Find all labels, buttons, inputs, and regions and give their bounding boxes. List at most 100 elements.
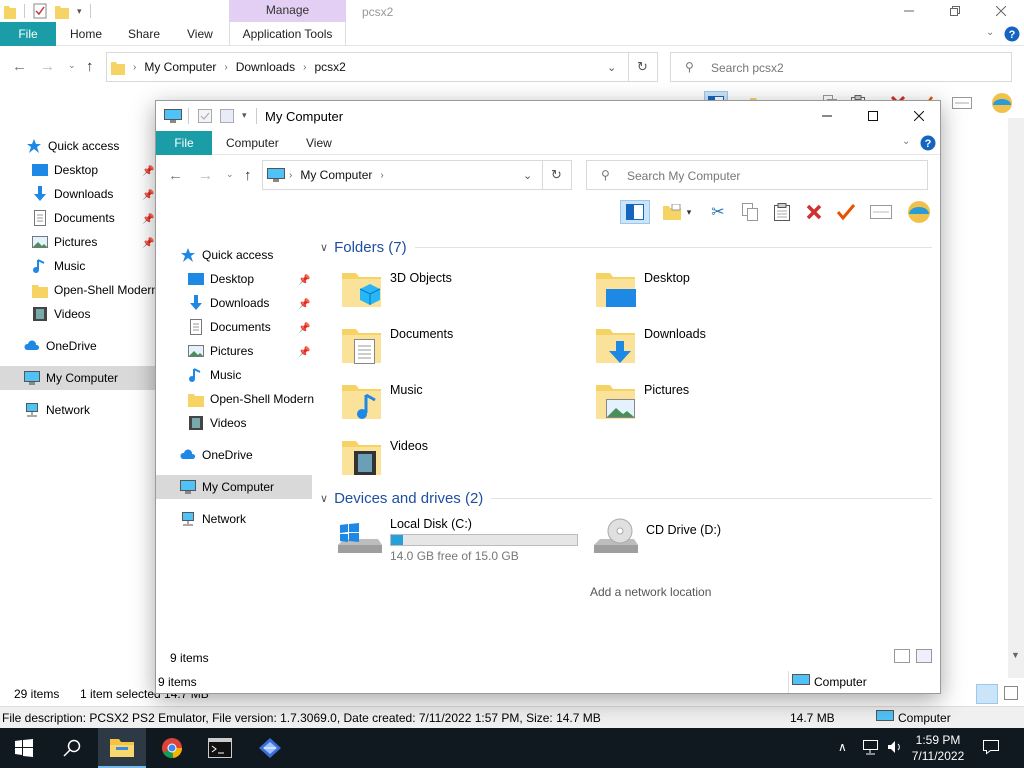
drive-c[interactable]: Local Disk (C:) 14.0 GB free of 15.0 GB <box>334 515 594 567</box>
nav-documents[interactable]: Documents <box>32 206 115 230</box>
search-box[interactable]: ⚲ Search pcsx2 <box>670 52 1012 82</box>
show-hidden-icons-icon[interactable]: ∧ <box>838 740 847 754</box>
nav-videos[interactable]: Videos <box>32 302 90 326</box>
folder-3d-objects[interactable]: 3D Objects <box>340 265 580 317</box>
system-clock[interactable]: 1:59 PM 7/11/2022 <box>900 732 976 764</box>
nav-open-shell[interactable]: Open-Shell Modern <box>32 278 158 302</box>
new-dropdown-icon[interactable]: ▾ <box>682 200 696 224</box>
close-button[interactable] <box>978 0 1024 22</box>
breadcrumb-my-computer[interactable]: My Computer <box>300 168 372 182</box>
file-tab[interactable]: File <box>156 131 212 155</box>
large-icons-view-icon[interactable] <box>1004 686 1018 700</box>
nav-downloads[interactable]: Downloads <box>188 291 269 315</box>
folder-icon[interactable] <box>4 3 16 19</box>
nav-desktop[interactable]: Desktop <box>188 267 254 291</box>
paste-icon[interactable] <box>770 200 794 224</box>
address-dropdown-icon[interactable]: ⌄ <box>523 169 532 182</box>
ribbon-expand-icon[interactable]: ⌄ <box>902 136 910 147</box>
computer-tab[interactable]: Computer <box>226 131 279 155</box>
nav-music[interactable]: Music <box>32 254 85 278</box>
nav-downloads[interactable]: Downloads <box>32 182 113 206</box>
nav-onedrive[interactable]: OneDrive <box>180 443 253 467</box>
properties-icon[interactable] <box>33 3 47 19</box>
folder-documents[interactable]: Documents <box>340 321 580 373</box>
drives-group-header[interactable]: ∨ Devices and drives (2) <box>320 486 932 510</box>
nav-pictures[interactable]: Pictures <box>188 339 253 363</box>
folder-desktop[interactable]: Desktop <box>594 265 834 317</box>
properties-icon[interactable] <box>950 91 974 115</box>
add-network-location[interactable]: Add a network location <box>590 585 711 599</box>
refresh-button[interactable]: ↻ <box>542 160 572 190</box>
properties-icon[interactable] <box>198 109 212 123</box>
view-tab[interactable]: View <box>306 131 332 155</box>
folder-music[interactable]: Music <box>340 377 580 429</box>
nav-music[interactable]: Music <box>188 363 241 387</box>
nav-desktop[interactable]: Desktop <box>32 158 98 182</box>
network-tray-icon[interactable] <box>862 739 880 755</box>
large-icons-view-icon[interactable] <box>916 649 932 663</box>
recent-dropdown-icon[interactable]: ⌄ <box>68 60 76 71</box>
folder-downloads[interactable]: Downloads <box>594 321 834 373</box>
nav-videos[interactable]: Videos <box>188 411 246 435</box>
chrome-taskbar-button[interactable] <box>148 728 196 768</box>
rename-icon[interactable] <box>834 200 858 224</box>
address-bar[interactable]: › My Computer › ⌄ <box>262 160 544 190</box>
breadcrumb-downloads[interactable]: Downloads <box>236 60 295 74</box>
back-arrow-icon[interactable]: ← <box>12 58 27 75</box>
terminal-taskbar-button[interactable] <box>196 728 244 768</box>
qat-dropdown-icon[interactable]: ▾ <box>242 110 247 121</box>
share-tab[interactable]: Share <box>128 22 160 46</box>
file-explorer-taskbar-button[interactable] <box>98 728 146 768</box>
restore-button[interactable] <box>932 0 978 22</box>
start-button[interactable] <box>0 728 48 768</box>
delete-icon[interactable] <box>802 200 826 224</box>
nav-pictures[interactable]: Pictures <box>32 230 97 254</box>
nav-documents[interactable]: Documents <box>188 315 271 339</box>
address-bar[interactable]: › My Computer › Downloads › pcsx2 ⌄ <box>106 52 630 82</box>
open-shell-icon[interactable] <box>904 200 934 224</box>
ribbon-expand-icon[interactable]: ⌄ <box>986 27 994 38</box>
notifications-icon[interactable] <box>982 739 1000 755</box>
minimize-button[interactable] <box>804 105 850 127</box>
cut-icon[interactable]: ✂ <box>706 200 730 224</box>
application-tools-tab[interactable]: Application Tools <box>229 22 346 46</box>
forward-arrow-icon[interactable]: → <box>198 167 213 184</box>
folders-group-header[interactable]: ∨ Folders (7) <box>320 235 932 259</box>
new-folder-icon[interactable] <box>55 3 69 19</box>
forward-arrow-icon[interactable]: → <box>40 58 55 75</box>
up-arrow-icon[interactable]: ↑ <box>86 58 94 75</box>
help-icon[interactable]: ? <box>1004 26 1020 42</box>
home-tab[interactable]: Home <box>70 22 102 46</box>
preview-pane-icon[interactable] <box>620 200 650 224</box>
folder-videos[interactable]: Videos <box>340 433 580 485</box>
qat-dropdown-icon[interactable]: ▾ <box>77 6 82 17</box>
nav-onedrive[interactable]: OneDrive <box>24 334 97 358</box>
details-view-icon[interactable] <box>976 684 998 704</box>
nav-quick-access[interactable]: Quick access <box>26 134 119 158</box>
search-button[interactable] <box>48 728 96 768</box>
search-box[interactable]: ⚲ Search My Computer <box>586 160 928 190</box>
file-tab[interactable]: File <box>0 22 56 46</box>
copy-icon[interactable] <box>738 200 762 224</box>
nav-open-shell[interactable]: Open-Shell Modern <box>188 387 314 411</box>
breadcrumb-pcsx2[interactable]: pcsx2 <box>314 60 345 74</box>
drive-d[interactable]: CD Drive (D:) <box>590 515 830 567</box>
refresh-button[interactable]: ↻ <box>628 52 658 82</box>
address-dropdown-icon[interactable]: ⌄ <box>607 61 616 74</box>
open-shell-icon[interactable] <box>990 91 1014 115</box>
back-arrow-icon[interactable]: ← <box>168 167 183 184</box>
nav-my-computer[interactable]: My Computer <box>156 475 312 499</box>
help-icon[interactable]: ? <box>920 135 936 151</box>
view-tab[interactable]: View <box>187 22 213 46</box>
minimize-button[interactable] <box>886 0 932 22</box>
scrollbar[interactable]: ▼ <box>1008 118 1024 678</box>
close-button[interactable] <box>896 105 942 127</box>
nav-network[interactable]: Network <box>180 507 246 531</box>
new-folder-icon[interactable] <box>220 109 234 123</box>
nav-quick-access[interactable]: Quick access <box>180 243 273 267</box>
details-view-icon[interactable] <box>894 649 910 663</box>
properties-icon[interactable] <box>866 200 896 224</box>
breadcrumb-my-computer[interactable]: My Computer <box>144 60 216 74</box>
new-folder-icon[interactable] <box>660 200 684 224</box>
up-arrow-icon[interactable]: ↑ <box>244 167 252 184</box>
